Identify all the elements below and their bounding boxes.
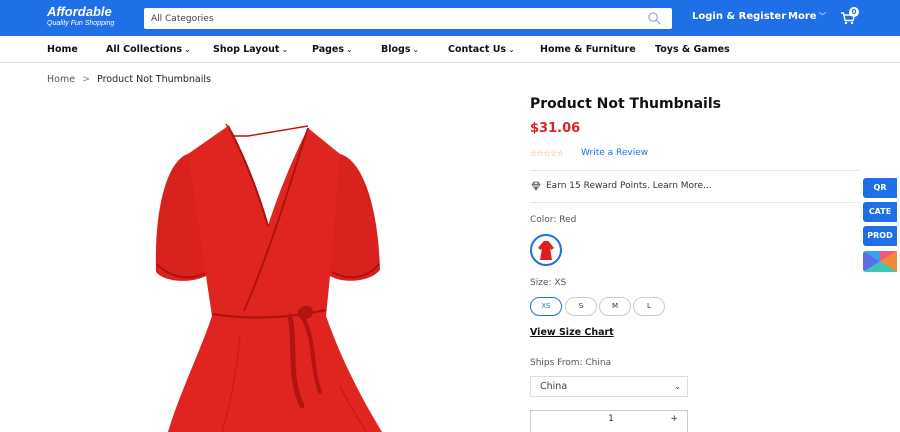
product-title: Product Not Thumbnails — [530, 96, 721, 112]
chevron-down-icon: ⌄ — [412, 45, 420, 54]
nav-item-home-furniture[interactable]: Home & Furniture — [540, 44, 636, 55]
color-label: Color: Red — [530, 215, 577, 225]
main-nav: Home All Collections ⌄ Shop Layout ⌄ Pages… — [0, 36, 900, 63]
size-option-l[interactable]: L — [633, 297, 665, 316]
reward-points-text[interactable]: Earn 15 Reward Points. Learn More... — [546, 181, 712, 191]
view-size-chart-link[interactable]: View Size Chart — [530, 327, 614, 338]
size-label: Size: XS — [530, 278, 567, 288]
divider — [530, 202, 860, 203]
divider — [530, 170, 860, 171]
quantity-value[interactable]: 1 — [591, 414, 631, 424]
write-review-link[interactable]: Write a Review — [581, 148, 648, 158]
nav-item-blogs[interactable]: Blogs ⌄ — [381, 44, 419, 55]
nav-label: All Collections — [106, 44, 182, 55]
chevron-down-icon: ⌄ — [281, 45, 289, 54]
more-label: More — [788, 11, 817, 22]
nav-label: Toys & Games — [655, 44, 730, 55]
chevron-down-icon: ⌄ — [508, 45, 515, 54]
size-option-s[interactable]: S — [565, 297, 597, 316]
product-price: $31.06 — [530, 121, 581, 136]
side-cate-button[interactable]: CATE — [863, 202, 897, 222]
ships-from-label: Ships From: China — [530, 358, 612, 368]
ships-from-select[interactable]: China ⌄ — [530, 376, 688, 397]
colorful-tile-icon — [863, 251, 897, 272]
search-icon[interactable] — [647, 11, 662, 26]
chevron-down-icon: ⌄ — [346, 45, 353, 54]
login-register-link[interactable]: Login & Register — [692, 11, 786, 22]
breadcrumb-separator: > — [82, 74, 91, 85]
nav-item-pages[interactable]: Pages ⌄ — [312, 44, 353, 55]
rating-stars[interactable]: ☆☆☆☆☆ — [530, 149, 564, 158]
nav-label: Home & Furniture — [540, 44, 636, 55]
nav-label: Pages — [312, 44, 345, 55]
search-input[interactable] — [144, 8, 644, 29]
quantity-stepper[interactable]: 1 + — [530, 410, 688, 432]
side-qr-button[interactable]: QR — [863, 178, 897, 198]
nav-item-all-collections[interactable]: All Collections ⌄ — [106, 44, 191, 55]
chevron-down-icon: ⌄ — [674, 382, 681, 391]
breadcrumb: Home > Product Not Thumbnails — [47, 74, 211, 85]
top-header: Affordable Quality Fun Shopping Login & … — [0, 0, 900, 36]
diamond-icon — [531, 181, 541, 191]
logo-tagline: Quality Fun Shopping — [47, 20, 115, 27]
quantity-plus-button[interactable]: + — [670, 414, 678, 424]
ships-from-value: China — [540, 381, 568, 392]
breadcrumb-home-link[interactable]: Home — [47, 74, 75, 85]
nav-item-contact-us[interactable]: Contact Us ⌄ — [448, 44, 515, 55]
logo-name: Affordable — [47, 4, 112, 19]
more-menu[interactable]: More ﹀ — [788, 11, 827, 22]
nav-label: Shop Layout — [213, 44, 280, 55]
nav-item-toys-games[interactable]: Toys & Games — [655, 44, 730, 55]
cart-count-badge: 0 — [849, 7, 859, 17]
nav-label: Blogs — [381, 44, 411, 55]
app-launcher-icon[interactable] — [863, 251, 897, 272]
side-prod-button[interactable]: PROD — [863, 226, 897, 246]
color-swatch-red[interactable] — [530, 234, 562, 266]
red-dress-image — [155, 123, 382, 432]
breadcrumb-current: Product Not Thumbnails — [97, 74, 211, 85]
nav-label: Contact Us — [448, 44, 507, 55]
product-main-image[interactable] — [40, 96, 510, 432]
nav-label: Home — [47, 44, 78, 55]
nav-item-home[interactable]: Home — [47, 44, 78, 55]
site-logo[interactable]: Affordable Quality Fun Shopping — [47, 5, 114, 28]
size-option-m[interactable]: M — [599, 297, 631, 316]
size-option-xs[interactable]: XS — [530, 297, 562, 316]
nav-item-shop-layout[interactable]: Shop Layout ⌄ — [213, 44, 288, 55]
search-bar — [144, 8, 672, 29]
red-dress-thumbnail — [538, 241, 554, 260]
chevron-down-icon: ﹀ — [818, 12, 827, 21]
chevron-down-icon: ⌄ — [184, 45, 191, 54]
